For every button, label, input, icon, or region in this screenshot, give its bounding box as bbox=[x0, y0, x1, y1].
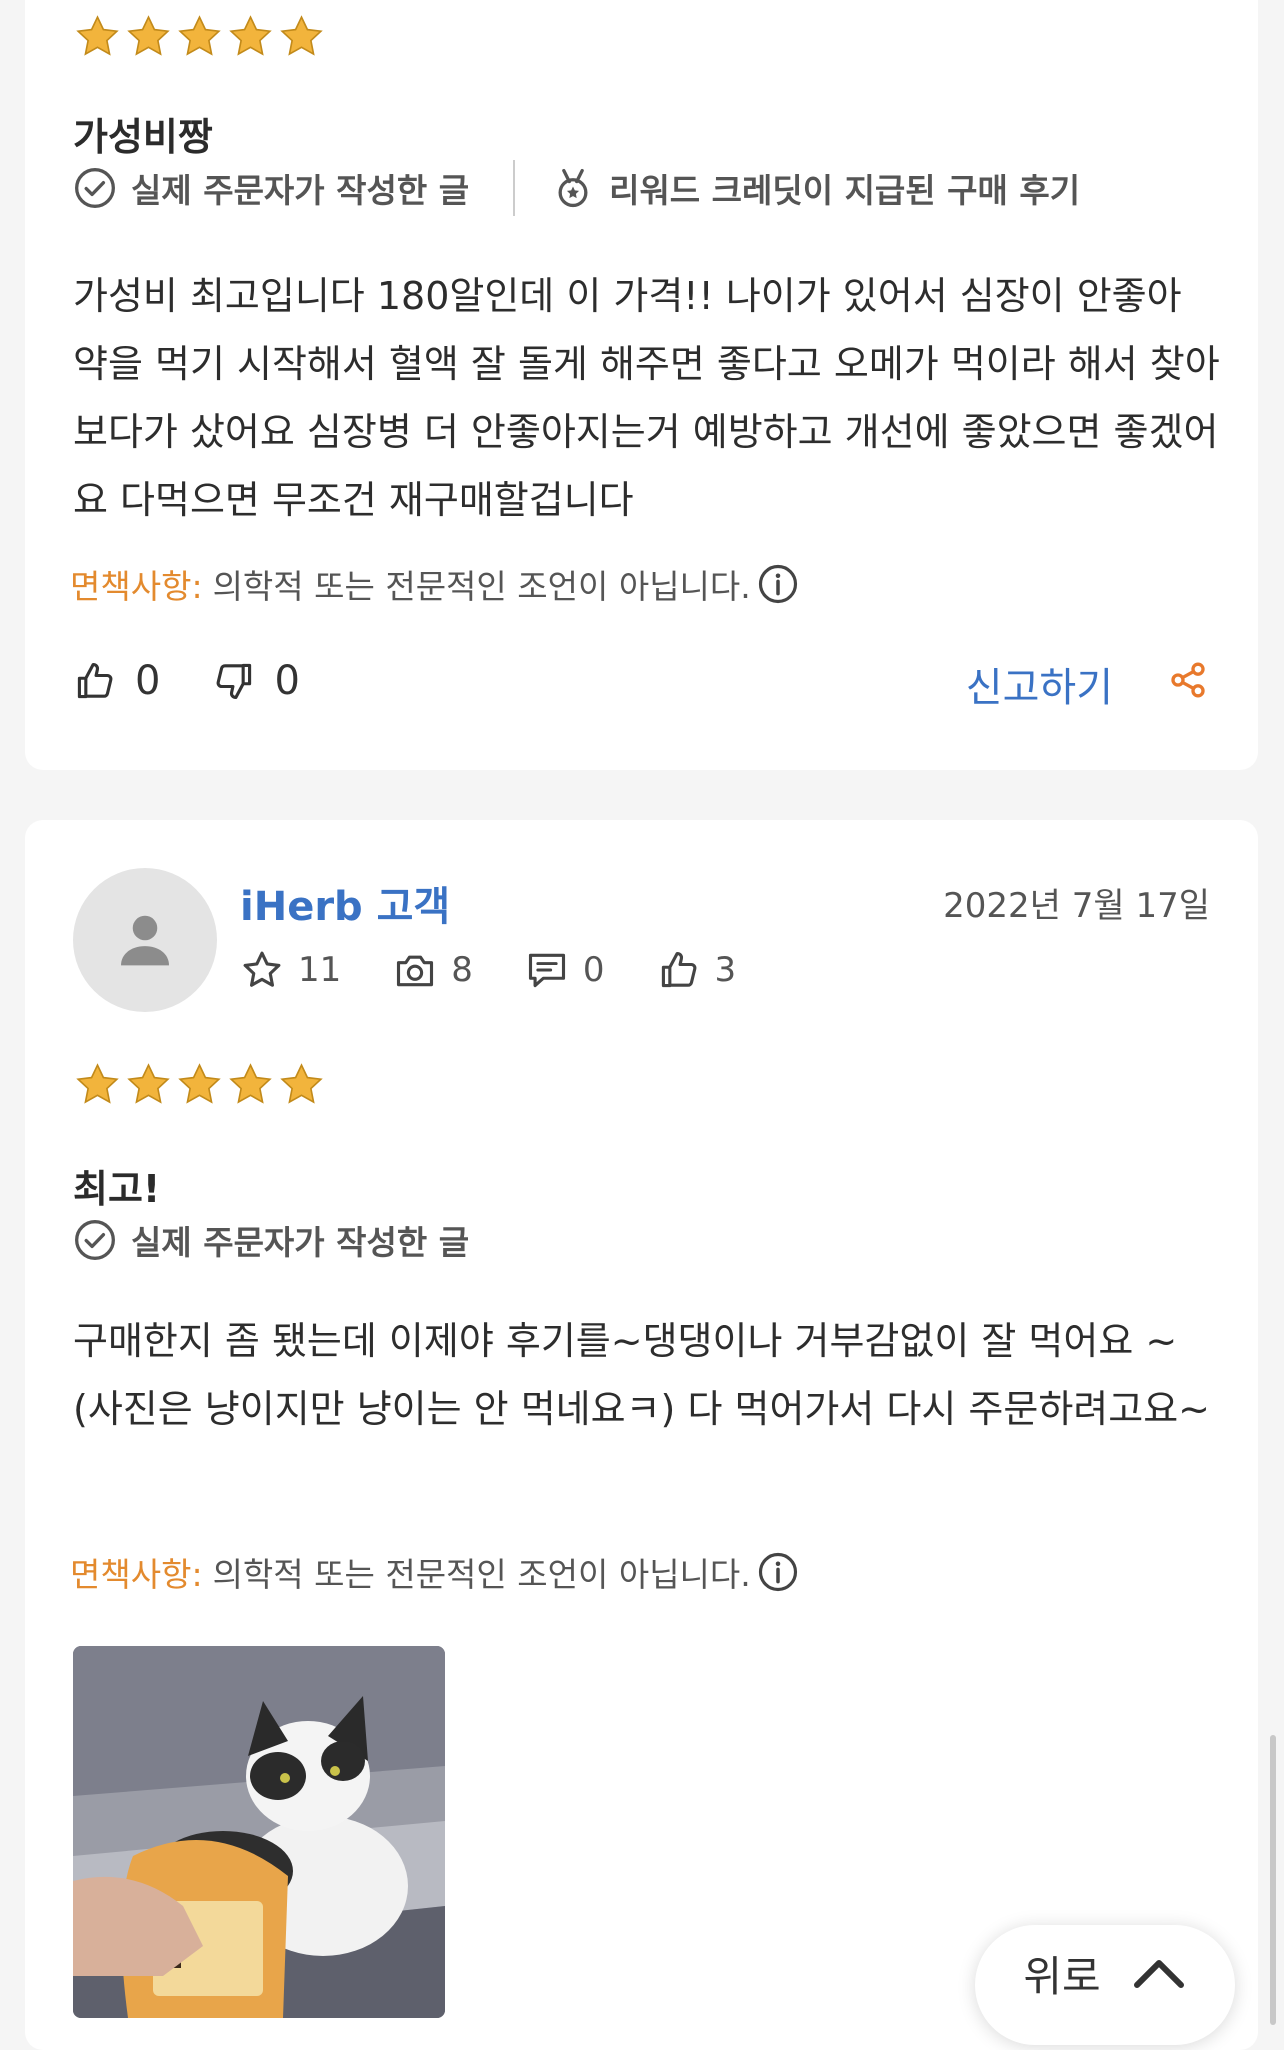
vote-row: 0 0 bbox=[73, 658, 352, 704]
disclaimer-label: 면책사항: bbox=[70, 1555, 203, 1594]
photos-count: 8 bbox=[451, 950, 473, 990]
scroll-to-top-label: 위로 bbox=[1023, 1951, 1101, 2001]
star-icon bbox=[178, 1063, 221, 1104]
disclaimer-text: 의학적 또는 전문적인 조언이 아닙니다. bbox=[212, 567, 751, 606]
reviewer-name[interactable]: iHerb 고객 bbox=[240, 874, 450, 932]
thumbs-up-icon bbox=[77, 662, 113, 699]
chevron-up-icon bbox=[1133, 1960, 1184, 1988]
comments-stat: 0 bbox=[525, 948, 605, 992]
review-body: 가성비 최고입니다 180알인데 이 가격!! 나이가 있어서 심장이 안좋아 … bbox=[73, 274, 1220, 522]
disclaimer: 면책사항: 의학적 또는 전문적인 조언이 아닙니다. bbox=[70, 560, 799, 608]
photos-stat: 8 bbox=[393, 948, 473, 992]
star-icon bbox=[127, 15, 170, 56]
star-icon bbox=[178, 15, 221, 56]
unhelpful-count: 0 bbox=[274, 658, 300, 704]
review-card: iHerb 고객 2022년 7월 17일 11 8 0 3 최고! 실제 주문… bbox=[25, 820, 1258, 2050]
reward-credit-label: 리워드 크레딧이 지급된 구매 후기 bbox=[609, 171, 1081, 210]
helpful-count: 0 bbox=[135, 658, 161, 704]
check-circle-icon bbox=[75, 1220, 115, 1260]
helpful-button[interactable]: 0 bbox=[73, 658, 160, 704]
thumbs-down-icon bbox=[217, 663, 252, 700]
likes-count: 3 bbox=[714, 950, 737, 990]
badge-divider bbox=[513, 160, 516, 216]
disclaimer-label: 면책사항: bbox=[70, 567, 203, 606]
rating-stars bbox=[73, 12, 326, 61]
ratings-count: 11 bbox=[298, 950, 342, 990]
comment-icon bbox=[528, 953, 565, 988]
star-icon bbox=[127, 1063, 170, 1104]
user-icon bbox=[121, 915, 169, 966]
verified-purchase-label: 실제 주문자가 작성한 글 bbox=[131, 171, 470, 210]
disclaimer-text: 의학적 또는 전문적인 조언이 아닙니다. bbox=[212, 1555, 751, 1594]
scroll-to-top-button[interactable]: 위로 bbox=[975, 1925, 1235, 2045]
verified-purchase-badge: 실제 주문자가 작성한 글 bbox=[73, 164, 469, 212]
review-card: 가성비짱 실제 주문자가 작성한 글 리워드 크레딧이 지급된 구매 후기 가성… bbox=[25, 0, 1258, 770]
unhelpful-button[interactable]: 0 bbox=[212, 658, 300, 704]
star-icon bbox=[229, 15, 272, 56]
info-icon[interactable] bbox=[757, 1551, 799, 1593]
review-badges: 실제 주문자가 작성한 글 리워드 크레딧이 지급된 구매 후기 bbox=[73, 160, 1080, 216]
medal-icon bbox=[558, 168, 588, 208]
verified-purchase-badge: 실제 주문자가 작성한 글 bbox=[73, 1216, 469, 1264]
report-link[interactable]: 신고하기 bbox=[966, 655, 1113, 713]
star-icon bbox=[280, 15, 323, 56]
comments-count: 0 bbox=[582, 950, 605, 990]
rating-stars bbox=[73, 1060, 326, 1109]
info-icon[interactable] bbox=[757, 563, 799, 605]
disclaimer: 면책사항: 의학적 또는 전문적인 조언이 아닙니다. bbox=[70, 1548, 799, 1596]
scrollbar[interactable] bbox=[1270, 1735, 1276, 2025]
check-circle-icon bbox=[75, 168, 115, 208]
camera-icon bbox=[397, 955, 434, 987]
review-title: 최고! bbox=[73, 1167, 161, 1211]
star-icon bbox=[76, 1063, 119, 1104]
review-title: 가성비짱 bbox=[73, 115, 213, 159]
star-icon bbox=[280, 1063, 323, 1104]
review-body: 구매한지 좀 됐는데 이제야 후기를~댕댕이나 거부감없이 잘 먹어요 ~(사진… bbox=[73, 1319, 1211, 1431]
star-outline-icon bbox=[243, 951, 281, 987]
reviewer-stats: 11 8 0 3 bbox=[240, 948, 788, 992]
review-badges: 실제 주문자가 작성한 글 bbox=[73, 1216, 469, 1264]
likes-stat: 3 bbox=[657, 948, 737, 992]
star-icon bbox=[76, 15, 119, 56]
thumbs-up-icon bbox=[661, 951, 696, 988]
ratings-stat: 11 bbox=[240, 948, 341, 992]
avatar bbox=[73, 868, 217, 1012]
star-icon bbox=[229, 1063, 272, 1104]
reward-credit-badge: 리워드 크레딧이 지급된 구매 후기 bbox=[551, 164, 1080, 212]
cat-photo-image bbox=[73, 1646, 445, 2018]
review-photo[interactable] bbox=[73, 1646, 445, 2018]
verified-purchase-label: 실제 주문자가 작성한 글 bbox=[131, 1223, 470, 1262]
review-date: 2022년 7월 17일 bbox=[943, 886, 1210, 926]
share-icon[interactable] bbox=[1168, 660, 1208, 700]
